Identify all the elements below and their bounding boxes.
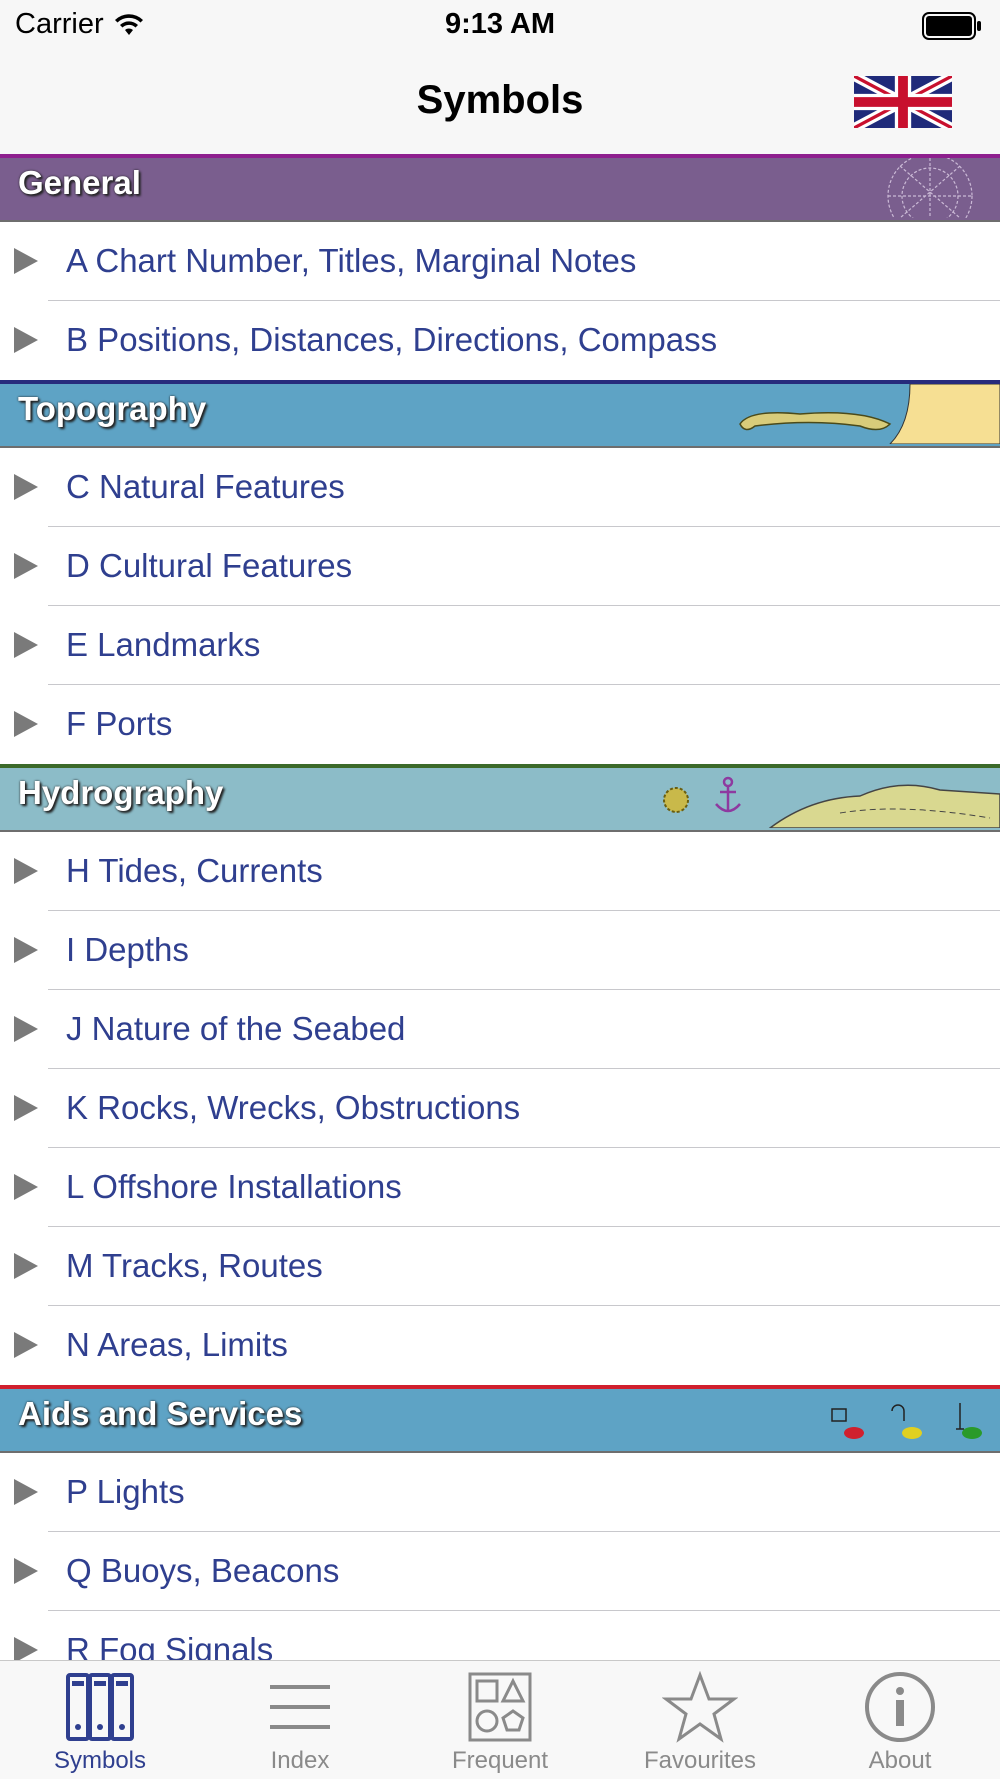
- disclosure-triangle-icon: [14, 327, 38, 353]
- list-item[interactable]: M Tracks, Routes: [0, 1227, 1000, 1306]
- tab-label: Favourites: [643, 1747, 757, 1774]
- disclosure-triangle-icon: [14, 937, 38, 963]
- disclosure-triangle-icon: [14, 1095, 38, 1121]
- section-title: Topography: [18, 390, 207, 427]
- info-icon: [865, 1672, 935, 1742]
- shapes-icon: [468, 1672, 532, 1742]
- section-title: Aids and Services: [18, 1395, 303, 1432]
- list-item-label: P Lights: [66, 1473, 185, 1510]
- list-item-label: J Nature of the Seabed: [66, 1010, 406, 1047]
- list-item-label: E Landmarks: [66, 626, 261, 663]
- list-item-label: K Rocks, Wrecks, Obstructions: [66, 1089, 521, 1126]
- list-item[interactable]: I Depths: [0, 911, 1000, 990]
- list-item[interactable]: Q Buoys, Beacons: [0, 1532, 1000, 1611]
- section-header-general: General: [0, 154, 1000, 222]
- page-title: Symbols: [416, 78, 584, 122]
- list-item-label: F Ports: [66, 705, 173, 742]
- list-item-label: N Areas, Limits: [66, 1326, 288, 1363]
- section-header-hydrography: Hydrography: [0, 764, 1000, 832]
- binders-icon: [66, 1673, 134, 1741]
- list-item-label: L Offshore Installations: [66, 1168, 402, 1205]
- list-item-label: D Cultural Features: [66, 547, 353, 584]
- list-item-label: I Depths: [66, 931, 189, 968]
- list-item-label: B Positions, Distances, Directions, Comp…: [66, 321, 718, 358]
- tab-frequent[interactable]: Frequent: [400, 1661, 600, 1779]
- list-item-label: H Tides, Currents: [66, 852, 323, 889]
- disclosure-triangle-icon: [14, 1332, 38, 1358]
- disclosure-triangle-icon: [14, 1558, 38, 1584]
- tab-label: Index: [270, 1747, 330, 1774]
- section-header-topography: Topography: [0, 380, 1000, 448]
- list-item[interactable]: D Cultural Features: [0, 527, 1000, 606]
- tab-label: About: [868, 1747, 932, 1774]
- tab-bar: Symbols Index Frequent Favourites About: [0, 1660, 1000, 1779]
- seabed-features-icon: [663, 776, 1000, 828]
- list-item[interactable]: C Natural Features: [0, 448, 1000, 527]
- disclosure-triangle-icon: [14, 632, 38, 658]
- navigation-bar: Symbols: [0, 52, 1000, 154]
- list-item[interactable]: P Lights: [0, 1453, 1000, 1532]
- tab-about[interactable]: About: [800, 1661, 1000, 1779]
- list-item[interactable]: K Rocks, Wrecks, Obstructions: [0, 1069, 1000, 1148]
- clock: 9:13 AM: [444, 8, 556, 40]
- light-symbols-icon: [831, 1403, 982, 1439]
- tab-label: Frequent: [451, 1747, 549, 1774]
- disclosure-triangle-icon: [14, 248, 38, 274]
- list-item[interactable]: H Tides, Currents: [0, 832, 1000, 911]
- section-header-aids-and-services: Aids and Services: [0, 1385, 1000, 1453]
- tab-symbols[interactable]: Symbols: [0, 1661, 200, 1779]
- list-item[interactable]: A Chart Number, Titles, Marginal Notes: [0, 222, 1000, 301]
- tab-index[interactable]: Index: [200, 1661, 400, 1779]
- section-title: Hydrography: [18, 774, 224, 811]
- list-lines-icon: [270, 1685, 330, 1729]
- list-item-label: A Chart Number, Titles, Marginal Notes: [66, 242, 637, 279]
- list-item-label: M Tracks, Routes: [66, 1247, 323, 1284]
- list-item[interactable]: J Nature of the Seabed: [0, 990, 1000, 1069]
- list-item-label: Q Buoys, Beacons: [66, 1552, 340, 1589]
- uk-flag-icon[interactable]: [854, 76, 952, 128]
- tab-favourites[interactable]: Favourites: [600, 1661, 800, 1779]
- status-bar: Carrier 9:13 AM: [0, 0, 1000, 52]
- list-item[interactable]: L Offshore Installations: [0, 1148, 1000, 1227]
- list-item[interactable]: B Positions, Distances, Directions, Comp…: [0, 301, 1000, 380]
- disclosure-triangle-icon: [14, 711, 38, 737]
- section-title: General: [18, 164, 141, 201]
- tab-label: Symbols: [53, 1747, 147, 1774]
- battery-icon: [922, 12, 981, 40]
- compass-rose-icon: [887, 158, 973, 218]
- symbols-list[interactable]: General A Chart Number, Titles, Marginal …: [0, 154, 1000, 1690]
- disclosure-triangle-icon: [14, 1174, 38, 1200]
- list-item[interactable]: N Areas, Limits: [0, 1306, 1000, 1385]
- list-item[interactable]: E Landmarks: [0, 606, 1000, 685]
- coastline-icon: [739, 384, 1000, 444]
- disclosure-triangle-icon: [14, 858, 38, 884]
- disclosure-triangle-icon: [14, 474, 38, 500]
- list-item[interactable]: F Ports: [0, 685, 1000, 764]
- list-item-label: C Natural Features: [66, 468, 345, 505]
- star-icon: [662, 1671, 738, 1743]
- disclosure-triangle-icon: [14, 1016, 38, 1042]
- disclosure-triangle-icon: [14, 553, 38, 579]
- disclosure-triangle-icon: [14, 1479, 38, 1505]
- disclosure-triangle-icon: [14, 1253, 38, 1279]
